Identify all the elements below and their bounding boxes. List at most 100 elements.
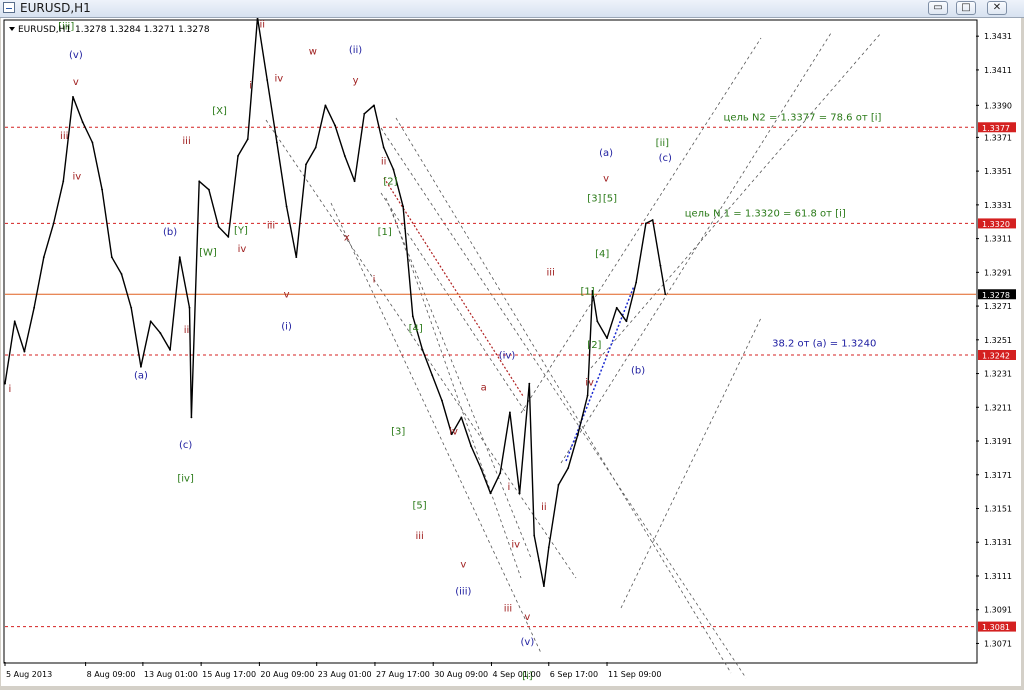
price-point	[334, 124, 337, 127]
wave-label: v	[284, 290, 290, 301]
level-price-label: 1.3081	[982, 623, 1010, 632]
channel-line	[520, 37, 762, 414]
price-point	[576, 433, 579, 436]
y-tick-label: 1.3231	[984, 370, 1012, 379]
price-point	[353, 180, 356, 183]
header-symbol: EURUSD,H1	[18, 25, 71, 35]
price-point	[208, 188, 210, 191]
channel-line	[590, 32, 882, 369]
price-point	[489, 492, 492, 495]
close-button[interactable]: ✕	[987, 1, 1007, 15]
price-point	[567, 467, 570, 469]
price-point	[324, 104, 327, 107]
price-point	[198, 180, 201, 183]
wave-label: ii	[184, 325, 190, 336]
price-point	[470, 445, 472, 447]
price-point	[518, 492, 521, 495]
maximize-button[interactable]: □	[956, 1, 976, 15]
wave-label: i	[249, 80, 252, 91]
y-tick-label: 1.3191	[984, 437, 1012, 446]
price-point	[664, 293, 667, 296]
window-titlebar[interactable]: EURUSD,H1 ▭ □ ✕	[0, 0, 1024, 18]
collapse-triangle-icon[interactable]	[9, 27, 15, 31]
price-point	[538, 559, 540, 562]
price-point	[421, 349, 424, 351]
level-price-label: 1.3377	[982, 124, 1010, 133]
y-tick-label: 1.3251	[984, 336, 1012, 345]
price-point	[659, 264, 662, 267]
price-point	[431, 374, 434, 377]
chart-area[interactable]: [iii] (v) v iii iv i (a) (b) ii (c) [iv] iii [X] [W][…	[1, 16, 1021, 686]
price-point	[460, 416, 463, 419]
wave-label: (b)	[163, 227, 177, 238]
price-point	[305, 163, 307, 166]
wave-label: iii	[267, 220, 275, 231]
wave-label: iii	[415, 531, 423, 542]
wave-label: [ii]	[656, 138, 669, 149]
price-point	[81, 121, 84, 124]
wave-label: [1]	[378, 227, 392, 238]
wave-labels: [iii](v)viiiivi(a)(b)ii(c)[iv]iii[X][W][…	[8, 20, 672, 682]
price-point	[140, 365, 142, 368]
wave-label: [4]	[409, 323, 423, 334]
price-point	[159, 332, 162, 334]
price-point	[625, 320, 628, 323]
price-point	[543, 585, 545, 587]
chart-annotations: цель N2 = 1.3377 = 78.6 от [i] цель N 1 =…	[685, 113, 882, 350]
price-point	[479, 467, 482, 469]
wave-label: iv	[238, 244, 247, 255]
price-chart[interactable]: [iii](v)viiiivi(a)(b)ii(c)[iv]iii[X][W][…	[1, 16, 1021, 686]
price-point	[651, 219, 654, 221]
price-point	[402, 205, 405, 208]
price-point	[110, 256, 113, 259]
y-tick-label: 1.3431	[984, 32, 1012, 41]
wave-label: [5]	[413, 500, 427, 511]
wave-label: [X]	[212, 106, 227, 117]
x-tick-label: 8 Aug 09:00	[87, 670, 136, 679]
price-point	[382, 146, 385, 149]
x-tick-label: 27 Aug 17:00	[376, 670, 430, 679]
wave-label: [3]	[391, 426, 405, 437]
price-point	[4, 382, 6, 385]
price-point	[13, 320, 16, 323]
price-point	[441, 399, 443, 402]
wave-label: v	[524, 612, 530, 623]
minimize-button[interactable]: ▭	[928, 1, 948, 15]
price-point	[52, 222, 55, 225]
x-tick-label: 5 Aug 2013	[6, 670, 52, 679]
wave-label: iv	[449, 426, 458, 437]
horizontal-levels	[5, 126, 976, 628]
price-point	[266, 79, 269, 81]
level-price-label: 1.3278	[982, 291, 1010, 300]
y-tick-label: 1.3331	[984, 201, 1012, 210]
wave-label: (b)	[631, 366, 645, 377]
window-title: EURUSD,H1	[20, 1, 91, 15]
price-line	[4, 16, 666, 587]
y-tick-label: 1.3411	[984, 66, 1012, 75]
wave-label: iv	[511, 539, 520, 550]
channel-line	[380, 192, 527, 414]
price-point	[392, 168, 395, 171]
price-point	[227, 236, 230, 238]
price-point	[188, 306, 191, 309]
wave-label: [2]	[587, 340, 601, 351]
wave-label: (iv)	[499, 350, 516, 361]
price-point	[190, 416, 193, 419]
price-point	[33, 306, 36, 309]
x-axis: 5 Aug 2013 8 Aug 09:00 13 Aug 01:00 15 Aug …	[4, 662, 661, 679]
trend-channels	[265, 32, 882, 679]
wave-label: [iv]	[177, 474, 194, 485]
wave-label: i	[373, 274, 376, 285]
price-point	[295, 256, 298, 259]
x-tick-label: 15 Aug 17:00	[202, 670, 256, 679]
wave-label: [3]	[587, 193, 601, 204]
price-point	[246, 138, 249, 140]
y-tick-label: 1.3071	[984, 639, 1012, 648]
y-tick-label: 1.3291	[984, 268, 1012, 277]
price-point	[528, 382, 531, 385]
x-tick-label: 23 Aug 01:00	[318, 670, 372, 679]
price-point	[23, 350, 26, 353]
price-point	[285, 205, 288, 208]
wave-label: [2]	[383, 177, 397, 188]
wave-label: v	[73, 77, 79, 88]
